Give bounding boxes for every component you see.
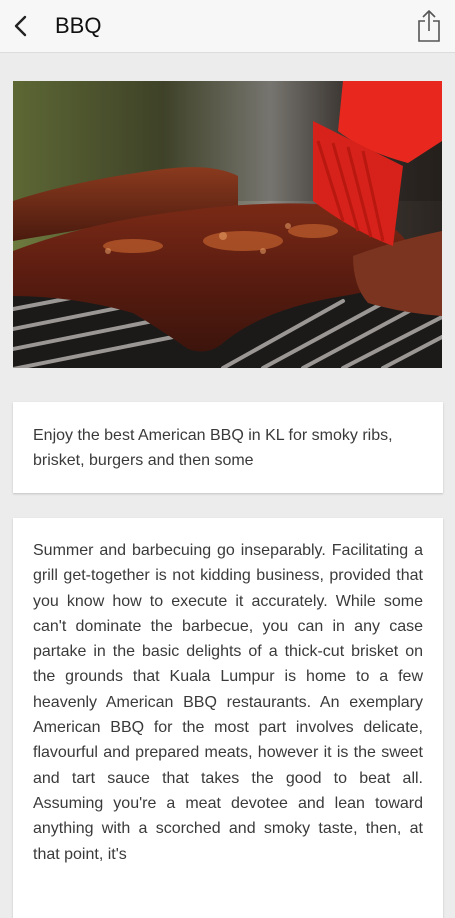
chevron-left-icon	[14, 15, 27, 37]
back-button[interactable]	[4, 8, 38, 44]
app-bar: BBQ	[0, 0, 455, 53]
article-card: Summer and barbecuing go inseparably. Fa…	[13, 518, 443, 918]
share-button[interactable]	[413, 6, 445, 46]
hero-image	[13, 81, 442, 368]
page-title: BBQ	[55, 13, 102, 38]
intro-card: Enjoy the best American BBQ in KL for sm…	[13, 402, 443, 493]
bbq-ribs-photo	[13, 81, 442, 368]
intro-text: Enjoy the best American BBQ in KL for sm…	[33, 427, 393, 470]
share-icon	[418, 10, 440, 42]
article-text: Summer and barbecuing go inseparably. Fa…	[33, 542, 423, 863]
